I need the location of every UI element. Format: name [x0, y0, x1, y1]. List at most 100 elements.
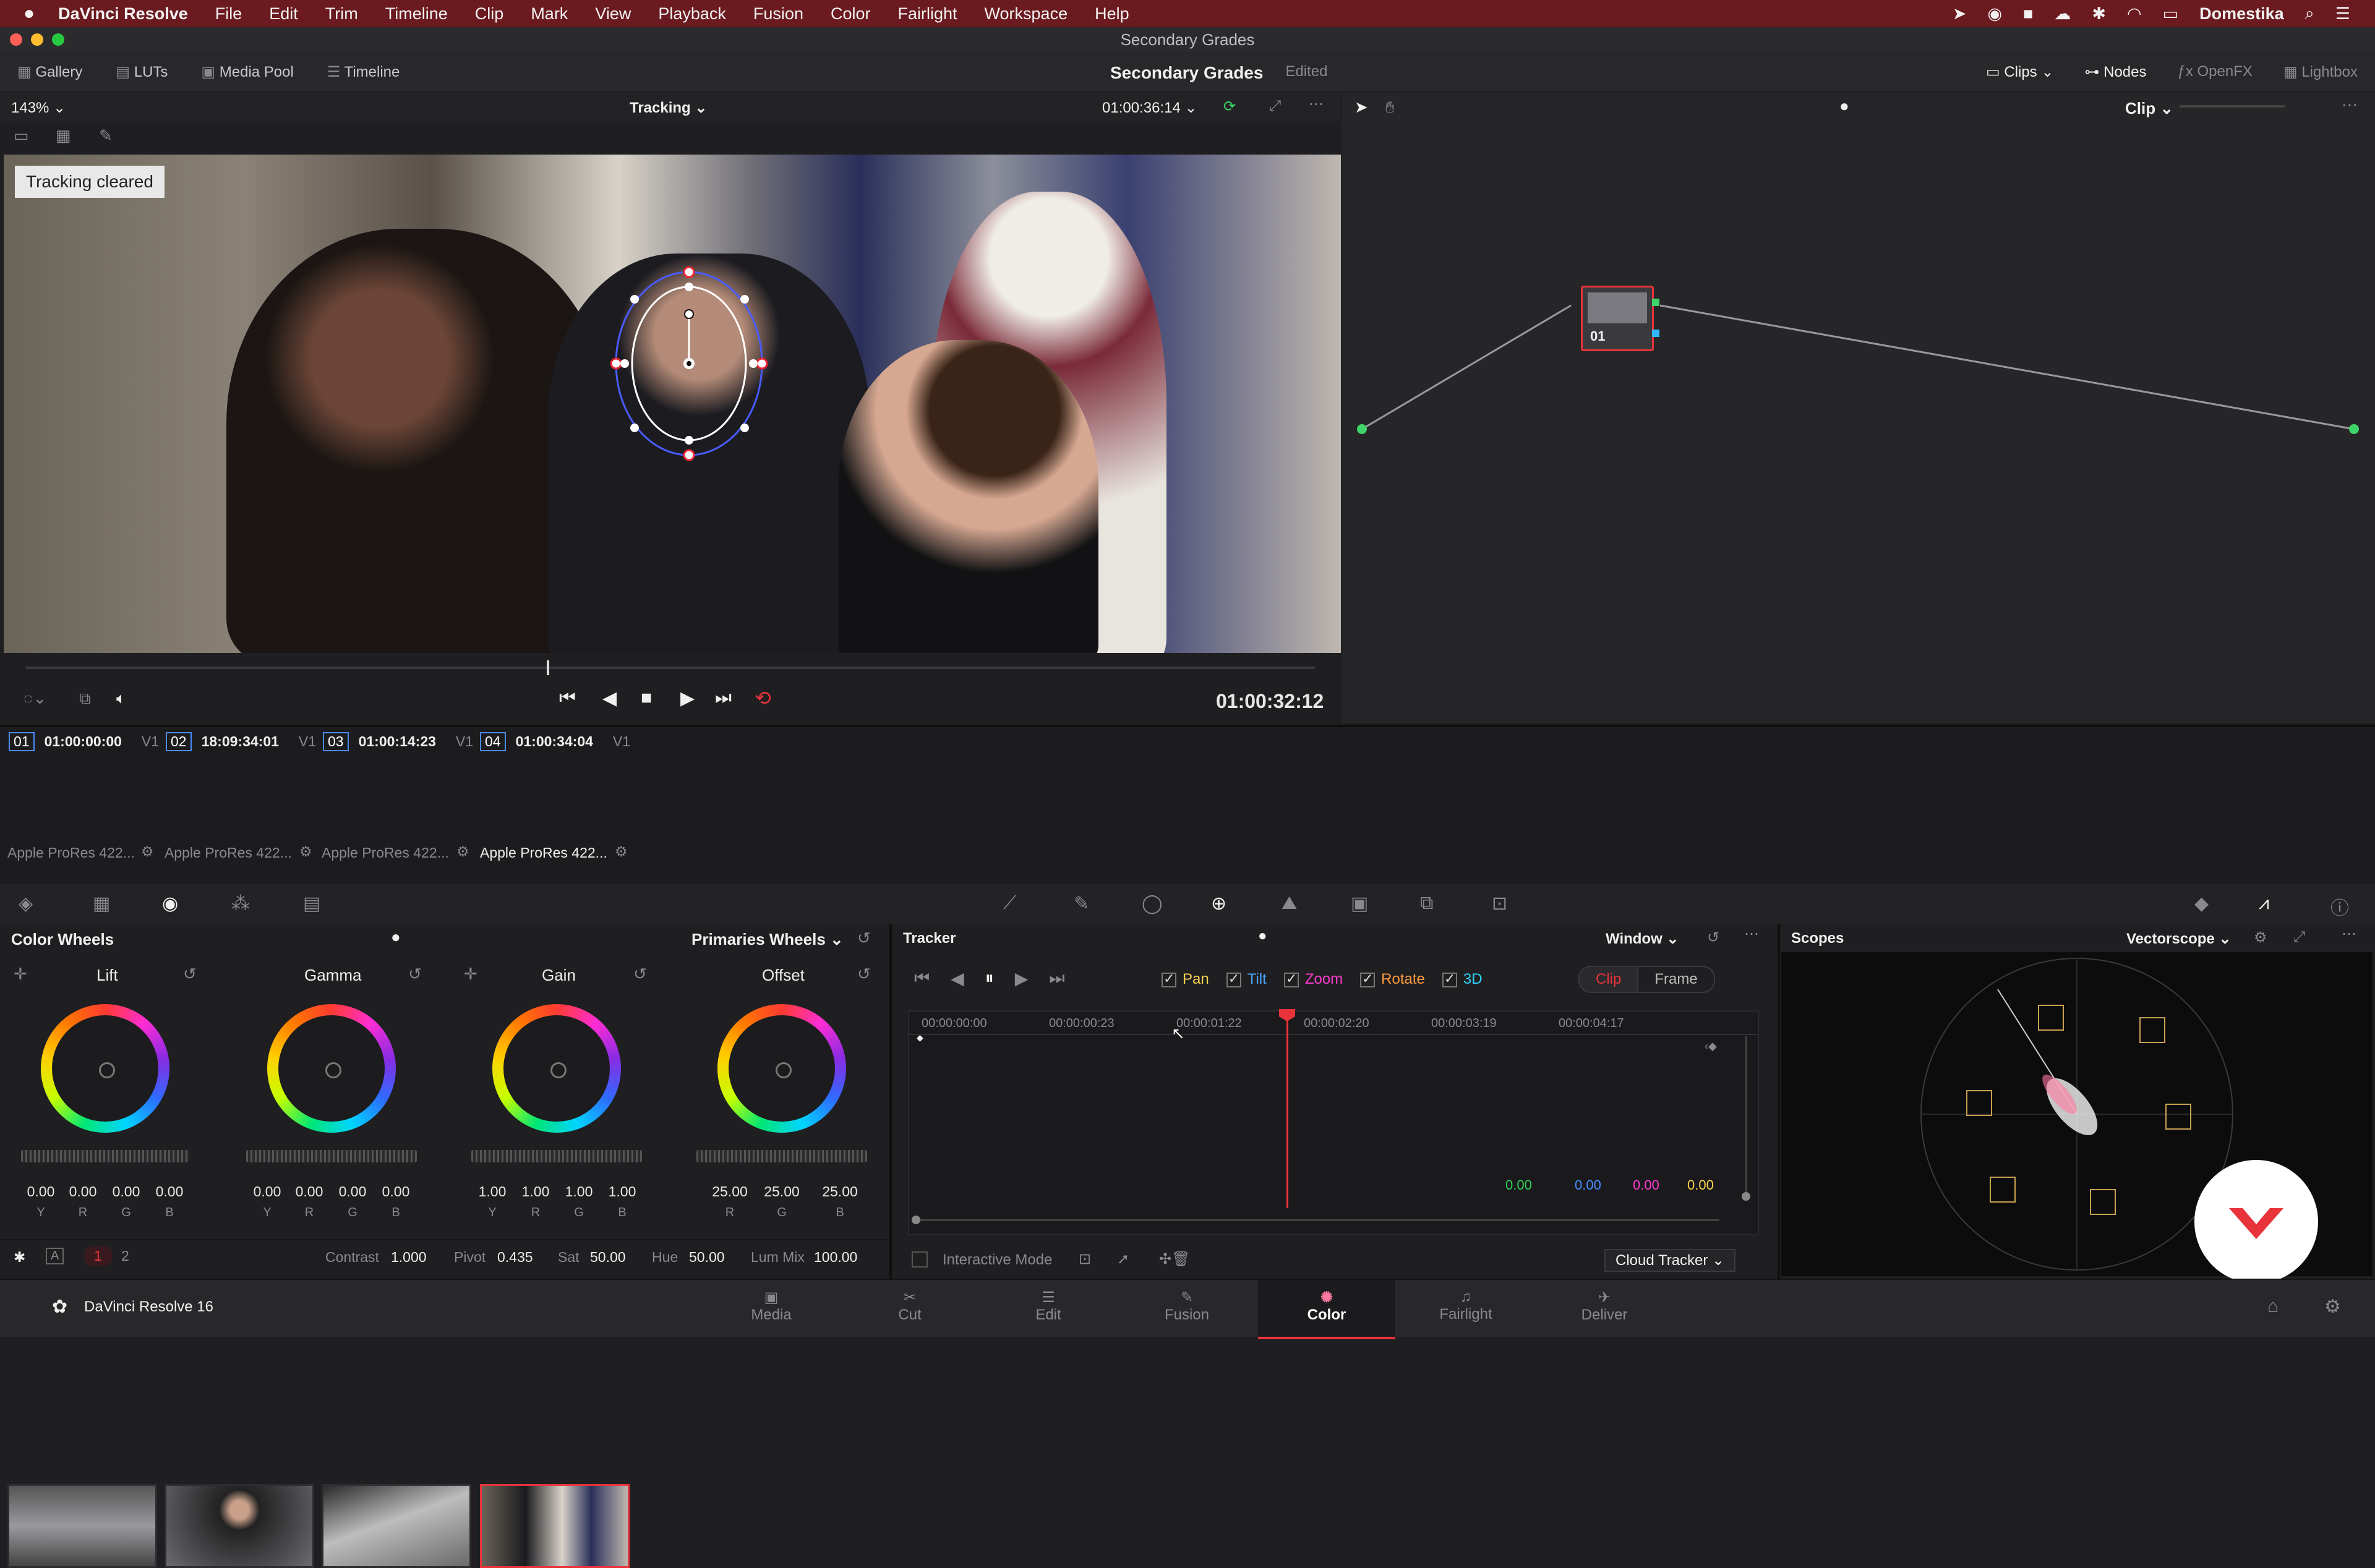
set-point-icon[interactable]: ➚ — [1117, 1250, 1129, 1268]
camera-raw-icon[interactable]: ◈ — [19, 893, 33, 914]
primaries-mode-dropdown[interactable]: Primaries Wheels ⌄ — [691, 930, 844, 949]
tracker-playhead[interactable] — [1279, 1009, 1295, 1208]
keyframe-start[interactable]: ◆ — [917, 1033, 923, 1043]
scrubber-playhead[interactable] — [547, 660, 549, 675]
insert-point-icon[interactable]: ⊡ — [1079, 1250, 1091, 1268]
settings-icon[interactable]: ⚙ — [2324, 1296, 2341, 1318]
color-wheels-icon[interactable]: ◉ — [162, 893, 178, 914]
3d-checkbox[interactable]: 3D — [1442, 971, 1483, 988]
play-icon[interactable]: ▶︎ — [680, 688, 695, 709]
key-icon[interactable]: ⧉ — [1420, 893, 1433, 914]
lift-b-value[interactable]: 0.00 — [150, 1183, 189, 1200]
media-pool-button[interactable]: ▣ Media Pool — [201, 63, 293, 81]
menu-playback[interactable]: Playback — [658, 4, 726, 23]
reset-all-icon[interactable]: ↺ — [857, 929, 871, 948]
location-icon[interactable]: ➤ — [1953, 4, 1967, 23]
go-to-end-icon[interactable]: ⏭︎ — [715, 688, 732, 709]
blur-icon[interactable]: ▣ — [1351, 893, 1368, 914]
lift-g-value[interactable]: 0.00 — [106, 1183, 146, 1200]
clip-settings-icon[interactable]: ⚙ — [141, 843, 154, 860]
qualifier-icon[interactable]: ✎ — [1074, 893, 1089, 914]
cloud-tracker-dropdown[interactable]: Cloud Tracker ⌄ — [1604, 1249, 1736, 1272]
scopes-icon[interactable]: ⩘ — [2259, 893, 2269, 914]
menu-color[interactable]: Color — [831, 4, 871, 23]
loop-icon[interactable]: ⟲ — [755, 686, 771, 710]
menu-clip[interactable]: Clip — [475, 4, 504, 23]
motion-effects-icon[interactable]: ▤ — [303, 893, 320, 914]
menu-trim[interactable]: Trim — [325, 4, 358, 23]
timeline-button[interactable]: ☰ Timeline — [327, 63, 400, 81]
curves-icon[interactable]: ⟋ — [1003, 893, 1016, 914]
clip-settings-icon[interactable]: ⚙ — [456, 843, 469, 860]
info-icon[interactable]: ⓘ — [2330, 893, 2349, 920]
highlight-tool-icon[interactable]: ✎ — [99, 126, 113, 145]
frame-tab[interactable]: Frame — [1638, 966, 1715, 993]
menu-workspace[interactable]: Workspace — [985, 4, 1068, 23]
node-01[interactable]: 01 — [1581, 286, 1659, 351]
gallery-button[interactable]: ▦ Gallery — [17, 63, 82, 81]
viewer-image[interactable]: Tracking cleared — [4, 155, 1341, 653]
contrast-value[interactable]: 1.000 — [391, 1249, 427, 1266]
record-icon[interactable]: ◉ — [1988, 4, 2003, 23]
menu-fairlight[interactable]: Fairlight — [898, 4, 957, 23]
rotate-checkbox[interactable]: Rotate — [1360, 971, 1425, 988]
single-view-icon[interactable]: ▭ — [14, 126, 29, 145]
tracker-h-scroll[interactable] — [912, 1216, 1719, 1224]
viewer-more-icon[interactable]: ⋯ — [1309, 95, 1324, 113]
lum-mix-value[interactable]: 100.00 — [814, 1249, 857, 1266]
go-to-start-icon[interactable]: ⏮︎ — [559, 688, 576, 709]
minimize-window-button[interactable] — [31, 33, 43, 46]
page-edit[interactable]: ☰ Edit — [1021, 1289, 1076, 1324]
clip-thumbnail-selected[interactable] — [480, 1484, 630, 1568]
stop-icon[interactable]: ■ — [641, 688, 652, 709]
search-icon[interactable]: ⌕ — [2305, 4, 2314, 23]
lift-reset-icon[interactable]: ↺ — [183, 965, 197, 984]
lift-y-value[interactable]: 0.00 — [21, 1183, 61, 1200]
menu-help[interactable]: Help — [1095, 4, 1129, 23]
offset-r-value[interactable]: 25.00 — [704, 1183, 756, 1200]
page-cut[interactable]: ✂ Cut — [882, 1289, 938, 1324]
clip-settings-icon[interactable]: ⚙ — [299, 843, 312, 860]
offset-reset-icon[interactable]: ↺ — [857, 965, 871, 984]
tracking-window[interactable] — [610, 241, 795, 488]
node-output-blue[interactable] — [1652, 330, 1659, 337]
clip-thumbnail[interactable] — [165, 1484, 314, 1568]
clip-thumbnail[interactable] — [7, 1484, 157, 1568]
gain-r-value[interactable]: 1.00 — [516, 1183, 555, 1200]
panel-page-dot[interactable]: ● — [391, 927, 401, 947]
lift-master-slider[interactable] — [21, 1150, 189, 1162]
menu-fusion[interactable]: Fusion — [753, 4, 803, 23]
offset-b-value[interactable]: 25.00 — [814, 1183, 866, 1200]
track-forward-icon[interactable]: ▶︎ — [1015, 968, 1029, 989]
menu-view[interactable]: View — [595, 4, 631, 23]
clip-settings-icon[interactable]: ⚙ — [615, 843, 628, 860]
fullscreen-icon[interactable]: ⤢ — [1269, 98, 1281, 115]
clip-tab[interactable]: Clip — [1578, 966, 1639, 993]
gain-picker-icon[interactable]: ✛ — [464, 965, 477, 984]
gamma-y-value[interactable]: 0.00 — [247, 1183, 287, 1200]
apple-icon[interactable]: ● — [24, 3, 35, 24]
gamma-wheel[interactable] — [267, 1004, 396, 1133]
color-match-icon[interactable]: ▦ — [93, 893, 110, 914]
nodes-button[interactable]: ⊶ Nodes — [2084, 63, 2146, 81]
page-fairlight[interactable]: ♫ Fairlight — [1435, 1289, 1497, 1323]
delete-point-icon[interactable]: ✣🗑︎ — [1159, 1250, 1191, 1268]
pivot-value[interactable]: 0.435 — [497, 1249, 533, 1266]
zoom-dropdown[interactable]: 143% ⌄ — [11, 99, 66, 117]
openfx-button[interactable]: ƒx OpenFX — [2178, 63, 2253, 80]
viewer-timecode-top[interactable]: 01:00:36:14 ⌄ — [1102, 99, 1197, 117]
interactive-mode-checkbox[interactable] — [912, 1251, 928, 1268]
tracker-reset-icon[interactable]: ↺ — [1707, 929, 1719, 947]
track-pause-icon[interactable]: ⏸︎ — [985, 968, 994, 989]
track-reverse-start-icon[interactable]: ⏮︎ — [914, 968, 930, 989]
tracker-more-icon[interactable]: ⋯ — [1744, 925, 1759, 943]
gain-wheel[interactable] — [492, 1004, 621, 1133]
step-back-icon[interactable]: ◀︎ — [602, 688, 617, 709]
magic-mask-icon[interactable]: ⛰ — [1282, 893, 1297, 914]
tracker-graph[interactable]: 00:00:00:00 00:00:00:23 00:00:01:22 00:0… — [908, 1009, 1759, 1235]
tilt-checkbox[interactable]: Tilt — [1226, 971, 1267, 988]
gain-b-value[interactable]: 1.00 — [602, 1183, 642, 1200]
cloud-icon[interactable]: ☁ — [2054, 4, 2071, 23]
gain-g-value[interactable]: 1.00 — [559, 1183, 599, 1200]
offset-g-value[interactable]: 25.00 — [756, 1183, 808, 1200]
